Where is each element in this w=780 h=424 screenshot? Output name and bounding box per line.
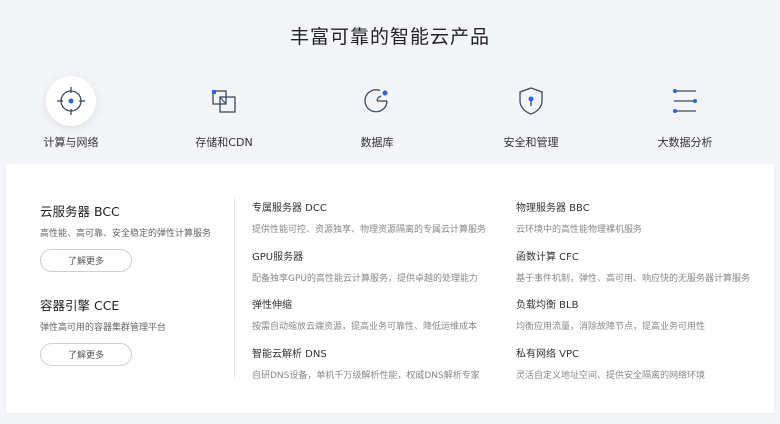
shield-icon: [506, 76, 556, 126]
storage-icon: [199, 76, 249, 126]
product-desc: 按需自动缩放云端资源，提高业务可靠性、降低运维成本: [252, 322, 478, 332]
product-name: 负载均衡 BLB: [516, 300, 579, 311]
product-desc: 云环境中的高性能物理裸机服务: [516, 225, 643, 235]
product-name: 专属服务器 DCC: [252, 203, 327, 214]
product-desc: 提供性能可控、资源独享、物理资源隔离的专属云计算服务: [252, 225, 487, 235]
product-desc: 均衡应用流量，消除故障节点，提高业务可用性: [516, 322, 706, 332]
product-dcc[interactable]: 专属服务器 DCC 提供性能可控、资源独享、物理资源隔离的专属云计算服务: [252, 199, 502, 235]
tab-label: 计算与网络: [43, 136, 99, 149]
product-autoscaling[interactable]: 弹性伸缩 按需自动缩放云端资源，提高业务可靠性、降低运维成本: [252, 296, 502, 332]
featured-cce: 容器引擎 CCE 弹性高可用的容器集群管理平台 了解更多: [40, 295, 230, 366]
divider: [234, 198, 235, 378]
tab-big-data[interactable]: 大数据分析: [630, 76, 740, 150]
product-panel: 云服务器 BCC 高性能、高可靠、安全稳定的弹性计算服务 了解更多 容器引擎 C…: [6, 164, 774, 413]
product-gpu[interactable]: GPU服务器 配备独享GPU的高性能云计算服务，提供卓越的处理能力: [252, 248, 502, 284]
database-chart-icon: [352, 76, 402, 126]
tab-security-management[interactable]: 安全和管理: [476, 76, 586, 150]
product-name: 弹性伸缩: [252, 300, 292, 311]
page-title: 丰富可靠的智能云产品: [289, 26, 490, 48]
tab-label: 安全和管理: [503, 136, 559, 149]
tab-database[interactable]: 数据库: [322, 76, 432, 150]
crosshair-icon: [46, 76, 96, 126]
featured-desc: 弹性高可用的容器集群管理平台: [40, 323, 167, 333]
learn-more-button[interactable]: 了解更多: [40, 249, 132, 272]
learn-more-button[interactable]: 了解更多: [40, 343, 132, 366]
product-cfc[interactable]: 函数计算 CFC 基于事件机制，弹性、高可用、响应快的无服务器计算服务: [516, 248, 766, 284]
tab-label: 大数据分析: [657, 136, 713, 149]
tab-compute-network[interactable]: 计算与网络: [16, 76, 126, 150]
product-name: 私有网络 VPC: [516, 349, 580, 360]
tab-label: 存储和CDN: [195, 136, 253, 149]
tab-storage-cdn[interactable]: 存储和CDN: [169, 76, 279, 150]
product-desc: 基于事件机制，弹性、高可用、响应快的无服务器计算服务: [516, 274, 751, 284]
product-name: 智能云解析 DNS: [252, 349, 327, 360]
product-name: 物理服务器 BBC: [516, 203, 590, 214]
list-bars-icon: [660, 76, 710, 126]
featured-desc: 高性能、高可靠、安全稳定的弹性计算服务: [40, 229, 212, 239]
product-name: GPU服务器: [252, 252, 304, 263]
featured-title: 容器引擎 CCE: [40, 298, 120, 313]
product-name: 函数计算 CFC: [516, 252, 579, 263]
product-dns[interactable]: 智能云解析 DNS 自研DNS设备，单机千万级解析性能，权威DNS解析专家: [252, 345, 502, 381]
tab-label: 数据库: [360, 136, 394, 149]
product-desc: 灵活自定义地址空间、提供安全隔离的网络环境: [516, 371, 706, 381]
featured-title: 云服务器 BCC: [40, 204, 120, 219]
product-desc: 配备独享GPU的高性能云计算服务，提供卓越的处理能力: [252, 274, 478, 284]
product-bbc[interactable]: 物理服务器 BBC 云环境中的高性能物理裸机服务: [516, 199, 766, 235]
featured-bcc: 云服务器 BCC 高性能、高可靠、安全稳定的弹性计算服务 了解更多: [40, 201, 230, 272]
product-desc: 自研DNS设备，单机千万级解析性能，权威DNS解析专家: [252, 371, 480, 381]
product-blb[interactable]: 负载均衡 BLB 均衡应用流量，消除故障节点，提高业务可用性: [516, 296, 766, 332]
product-vpc[interactable]: 私有网络 VPC 灵活自定义地址空间、提供安全隔离的网络环境: [516, 345, 766, 381]
